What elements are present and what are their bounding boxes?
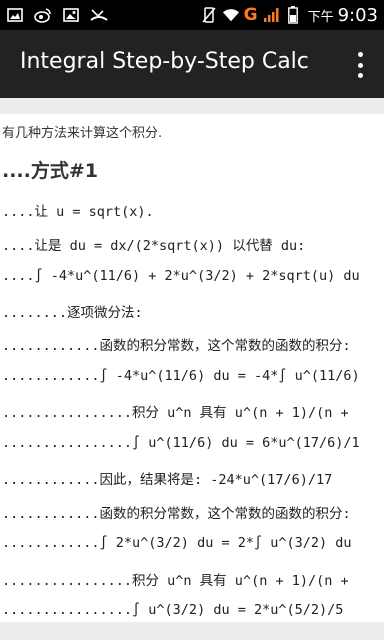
battery-icon xyxy=(284,6,302,24)
clock: 9:03 xyxy=(337,4,378,26)
vibrate-off-icon xyxy=(200,6,218,24)
bottom-edge xyxy=(0,622,384,640)
status-bar: G 下午 9:03 xyxy=(0,0,384,30)
step-line: ................积分 u^n 具有 u^(n + 1)/(n + xyxy=(2,405,349,421)
signal-icon xyxy=(262,6,280,24)
step-line: ................∫ u^(3/2) du = 2*u^(5/2)… xyxy=(2,602,344,618)
missed-call-icon xyxy=(90,6,108,24)
notification-icons xyxy=(6,5,108,25)
menu-dot xyxy=(357,62,363,68)
step-line: ....让 u = sqrt(x). xyxy=(2,204,154,220)
weibo-icon xyxy=(34,6,52,24)
intro-text: 有几种方法来计算这个积分. xyxy=(2,126,163,141)
image-icon xyxy=(6,6,24,24)
wifi-icon xyxy=(222,6,240,24)
step-line: ............函数的积分常数，这个常数的函数的积分: xyxy=(2,506,351,522)
menu-dot xyxy=(357,73,363,78)
step-line: ............∫ -4*u^(11/6) du = -4*∫ u^(1… xyxy=(2,368,360,384)
time-period: 下午 xyxy=(307,9,334,25)
step-line: ............∫ 2*u^(3/2) du = 2*∫ u^(3/2)… xyxy=(2,535,352,551)
step-line: ............因此，结果将是: -24*u^(17/6)/17 xyxy=(2,472,333,488)
step-line: ....∫ -4*u^(11/6) + 2*u^(3/2) + 2*sqrt(u… xyxy=(2,268,360,284)
app-title: Integral Step-by-Step Calc xyxy=(20,49,309,74)
gallery-icon xyxy=(62,6,80,24)
step-line: ........逐项微分法: xyxy=(2,305,143,321)
overflow-menu-icon[interactable] xyxy=(350,52,370,78)
step-line: ............函数的积分常数，这个常数的函数的积分: xyxy=(2,338,351,354)
menu-dot xyxy=(357,52,363,57)
step-line: ................积分 u^n 具有 u^(n + 1)/(n + xyxy=(2,573,349,589)
carrier-icon: G xyxy=(243,5,258,25)
step-line: ................∫ u^(11/6) du = 6*u^(17/… xyxy=(2,435,360,451)
action-bar: Integral Step-by-Step Calc xyxy=(0,30,384,98)
solution-content[interactable]: 有几种方法来计算这个积分. ....方式#1 ....让 u = sqrt(x)… xyxy=(0,114,384,622)
method-heading: ....方式#1 xyxy=(2,160,99,182)
step-line: ....让是 du = dx/(2*sqrt(x)) 以代替 du: xyxy=(2,238,306,254)
system-icons: G 下午 9:03 xyxy=(200,3,378,27)
